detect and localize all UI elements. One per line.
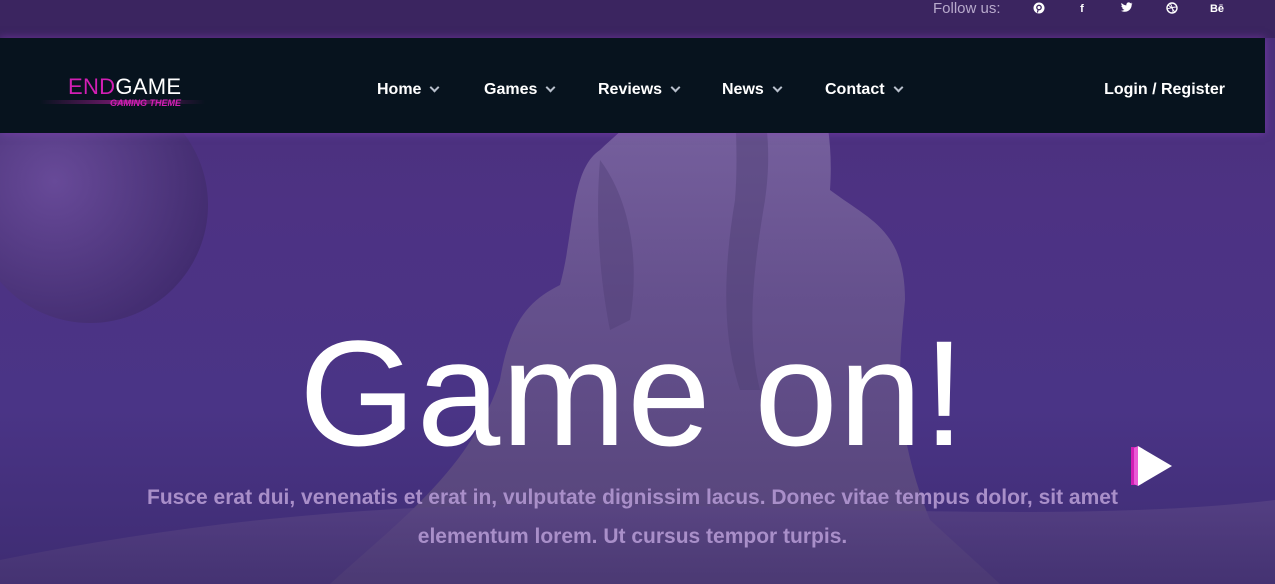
nav-reviews-label: Reviews [598,81,663,98]
login-register-link[interactable]: Login / Register [1104,81,1225,99]
chevron-down-icon [772,82,783,93]
behance-icon[interactable]: Bē [1206,2,1228,16]
nav-reviews[interactable]: Reviews [598,81,681,99]
nav-news-label: News [722,81,764,98]
nav-home[interactable]: Home [377,81,440,99]
chevron-down-icon [430,82,440,93]
chevron-down-icon [545,82,556,93]
follow-label: Follow us: [933,0,1001,17]
play-icon [1131,446,1172,486]
nav-home-label: Home [377,81,422,98]
site-logo[interactable]: ENDGAME GAMING THEME [40,74,210,114]
logo-part-game: GAME [115,74,182,99]
play-video-button[interactable] [1128,444,1176,488]
hero-description: Fusce erat dui, venenatis et erat in, vu… [147,486,1118,548]
chevron-down-icon [670,82,681,93]
nav-news[interactable]: News [722,81,783,99]
pinterest-icon[interactable] [1030,2,1048,16]
top-bar: Follow us: f Bē [0,0,1275,38]
main-navbar: ENDGAME GAMING THEME Home Games Reviews … [0,38,1265,133]
logo-wordmark: ENDGAME [68,74,181,100]
facebook-icon[interactable]: f [1073,2,1091,16]
logo-part-end: END [68,74,116,99]
logo-tagline: GAMING THEME [110,98,181,108]
chevron-down-icon [893,82,904,93]
nav-games[interactable]: Games [484,81,556,99]
nav-contact[interactable]: Contact [825,81,904,99]
twitter-icon[interactable] [1118,2,1136,16]
dribbble-icon[interactable] [1163,2,1181,16]
nav-games-label: Games [484,81,538,98]
nav-contact-label: Contact [825,81,885,98]
hero-title: Game on! [299,309,966,477]
social-links: Follow us: f Bē [933,0,1275,20]
